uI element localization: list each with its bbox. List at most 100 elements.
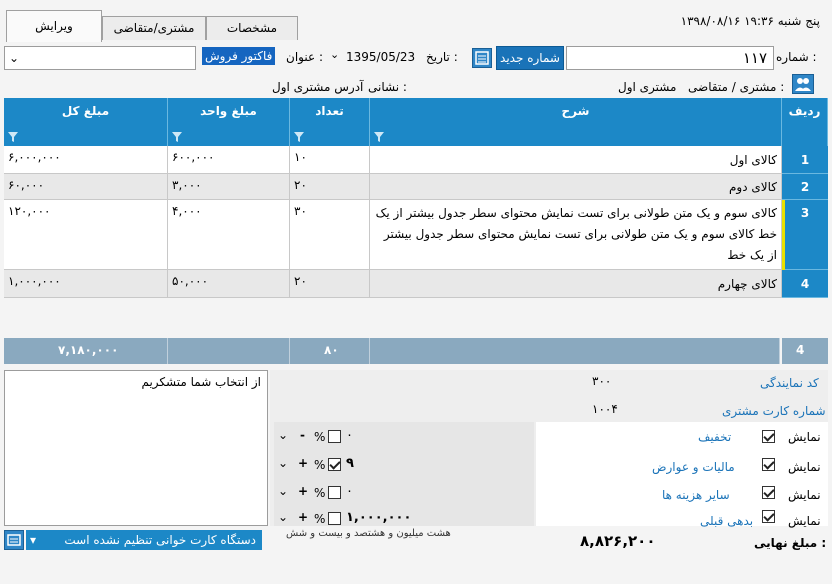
- table-row-qty[interactable]: ۱۰: [290, 146, 370, 174]
- table-row-total[interactable]: ۱,۰۰۰,۰۰۰: [4, 270, 168, 298]
- title-field[interactable]: فاکتور فروش: [202, 47, 276, 65]
- current-row-marker: [782, 200, 785, 270]
- show-other-costs-checkbox[interactable]: [762, 486, 775, 499]
- number-field[interactable]: ۱۱۷: [566, 46, 774, 70]
- footer-unit: [168, 338, 290, 364]
- filter-icon[interactable]: [374, 132, 384, 142]
- footer-desc: [370, 338, 780, 364]
- column-header-qty[interactable]: تعداد: [290, 98, 370, 146]
- customer-label: مشتری / متقاضی :: [688, 80, 785, 94]
- status-dropdown-icon[interactable]: ▾: [30, 530, 36, 550]
- row-number[interactable]: 4: [782, 270, 828, 298]
- table-row-desc[interactable]: کالای اول: [370, 146, 782, 174]
- table-row-qty[interactable]: ۲۰: [290, 270, 370, 298]
- discount-sign[interactable]: -: [300, 428, 305, 442]
- tax-sign[interactable]: +: [298, 456, 308, 470]
- date-label: تاریخ :: [426, 50, 458, 64]
- footer-count: 4: [782, 338, 828, 364]
- title-select-chevron-icon: ⌄: [9, 51, 20, 65]
- card-reader-settings-icon[interactable]: [4, 530, 24, 550]
- title-label: عنوان :: [286, 50, 323, 64]
- tab-edit[interactable]: ویرایش: [6, 10, 102, 42]
- percent-symbol: %: [314, 512, 326, 526]
- chevron-down-icon[interactable]: ⌄: [278, 428, 288, 442]
- footer-qty: ۸۰: [290, 338, 370, 364]
- title-select[interactable]: ⌄: [4, 46, 196, 70]
- table-row-total[interactable]: ۱۲۰,۰۰۰: [4, 200, 168, 270]
- tab-customer[interactable]: مشتری/متقاضی: [102, 16, 206, 40]
- row-number[interactable]: 1: [782, 146, 828, 174]
- discount-percent-checkbox[interactable]: [328, 430, 341, 443]
- number-label: شماره :: [776, 50, 817, 64]
- previous-debt-percent-checkbox[interactable]: [328, 512, 341, 525]
- table-row-unit[interactable]: ۳,۰۰۰: [168, 174, 290, 200]
- show-previous-debt-checkbox[interactable]: [762, 510, 775, 523]
- percent-symbol: %: [314, 486, 326, 500]
- final-amount-label: مبلغ نهایی :: [754, 536, 827, 550]
- show-label: نمایش: [788, 514, 821, 528]
- chevron-down-icon[interactable]: ⌄: [278, 484, 288, 498]
- other-costs-sign[interactable]: +: [298, 484, 308, 498]
- new-number-button[interactable]: شماره جدید: [496, 46, 564, 70]
- card-reader-status[interactable]: دستگاه کارت خوانی تنظیم نشده است ▾: [26, 530, 262, 550]
- table-row-total[interactable]: ۶۰,۰۰۰: [4, 174, 168, 200]
- tax-value[interactable]: ۹: [346, 456, 354, 471]
- customer-group-icon[interactable]: [792, 74, 814, 94]
- table-row-unit[interactable]: ۴,۰۰۰: [168, 200, 290, 270]
- tab-specs[interactable]: مشخصات: [206, 16, 298, 40]
- show-label: نمایش: [788, 488, 821, 502]
- address-value: آدرس مشتری اول: [272, 80, 364, 94]
- show-label: نمایش: [788, 430, 821, 444]
- row-number[interactable]: 2: [782, 174, 828, 200]
- percent-symbol: %: [314, 430, 326, 444]
- date-field[interactable]: 1395/05/23: [346, 50, 415, 64]
- column-header-row[interactable]: ردیف: [782, 98, 828, 146]
- rep-code-value[interactable]: ۳۰۰: [592, 374, 611, 388]
- date-dropdown-chevron-icon[interactable]: ⌄: [330, 48, 339, 61]
- discount-label: تخفیف: [698, 430, 732, 444]
- table-row-unit[interactable]: ۶۰۰,۰۰۰: [168, 146, 290, 174]
- other-costs-percent-checkbox[interactable]: [328, 486, 341, 499]
- tax-label: مالیات و عوارض: [652, 460, 735, 474]
- show-tax-checkbox[interactable]: [762, 458, 775, 471]
- other-costs-value[interactable]: ۰: [346, 484, 353, 499]
- tax-percent-checkbox[interactable]: [328, 458, 341, 471]
- table-row-unit[interactable]: ۵۰,۰۰۰: [168, 270, 290, 298]
- tab-bar: ویرایش مشتری/متقاضی مشخصات: [6, 6, 318, 42]
- filter-icon[interactable]: [172, 132, 182, 142]
- show-label: نمایش: [788, 460, 821, 474]
- customer-card-label: شماره کارت مشتری: [722, 404, 826, 418]
- column-header-desc[interactable]: شرح: [370, 98, 782, 146]
- chevron-down-icon[interactable]: ⌄: [278, 510, 288, 524]
- card-reader-status-text: دستگاه کارت خوانی تنظیم نشده است: [64, 533, 256, 547]
- filter-icon[interactable]: [294, 132, 304, 142]
- final-amount-value: ۸,۸۲۶,۲۰۰: [580, 532, 656, 550]
- previous-debt-sign[interactable]: +: [298, 510, 308, 524]
- filter-icon[interactable]: [8, 132, 18, 142]
- rep-code-label: کد نمایندگی: [760, 376, 819, 390]
- column-header-total[interactable]: مبلغ کل: [4, 98, 168, 146]
- chevron-down-icon[interactable]: ⌄: [278, 456, 288, 470]
- other-costs-label: سایر هزینه ها: [662, 488, 730, 502]
- datetime: ۱۳۹۸/۰۸/۱۶ پنج شنبه ۱۹:۳۶: [680, 14, 820, 28]
- notes-textarea[interactable]: از انتخاب شما متشکریم: [4, 370, 268, 526]
- table-row-total[interactable]: ۶,۰۰۰,۰۰۰: [4, 146, 168, 174]
- table-row-qty[interactable]: ۳۰: [290, 200, 370, 270]
- final-amount-words: هشت میلیون و هشتصد و بیست و شش: [286, 528, 451, 539]
- customer-card-value[interactable]: ۱۰۰۴: [592, 402, 618, 416]
- table-row-desc[interactable]: کالای دوم: [370, 174, 782, 200]
- calculator-icon[interactable]: [472, 48, 492, 68]
- previous-debt-label: بدهی قبلی: [700, 514, 754, 528]
- invoice-window: ویرایش مشتری/متقاضی مشخصات ۱۳۹۸/۰۸/۱۶ پن…: [0, 0, 832, 584]
- table-row-desc[interactable]: کالای سوم و یک متن طولانی برای تست نمایش…: [370, 200, 782, 270]
- discount-value[interactable]: ۰: [346, 428, 353, 443]
- adjustments-list: [536, 422, 828, 526]
- table-row-desc[interactable]: کالای چهارم: [370, 270, 782, 298]
- summary-panel: کد نمایندگی ۳۰۰ شماره کارت مشتری ۱۰۰۴ نم…: [270, 370, 828, 528]
- table-row-qty[interactable]: ۲۰: [290, 174, 370, 200]
- show-discount-checkbox[interactable]: [762, 430, 775, 443]
- row-number[interactable]: 3: [782, 200, 828, 270]
- address-label: نشانی :: [368, 80, 407, 94]
- previous-debt-value[interactable]: ۱,۰۰۰,۰۰۰: [346, 510, 411, 525]
- column-header-unit[interactable]: مبلغ واحد: [168, 98, 290, 146]
